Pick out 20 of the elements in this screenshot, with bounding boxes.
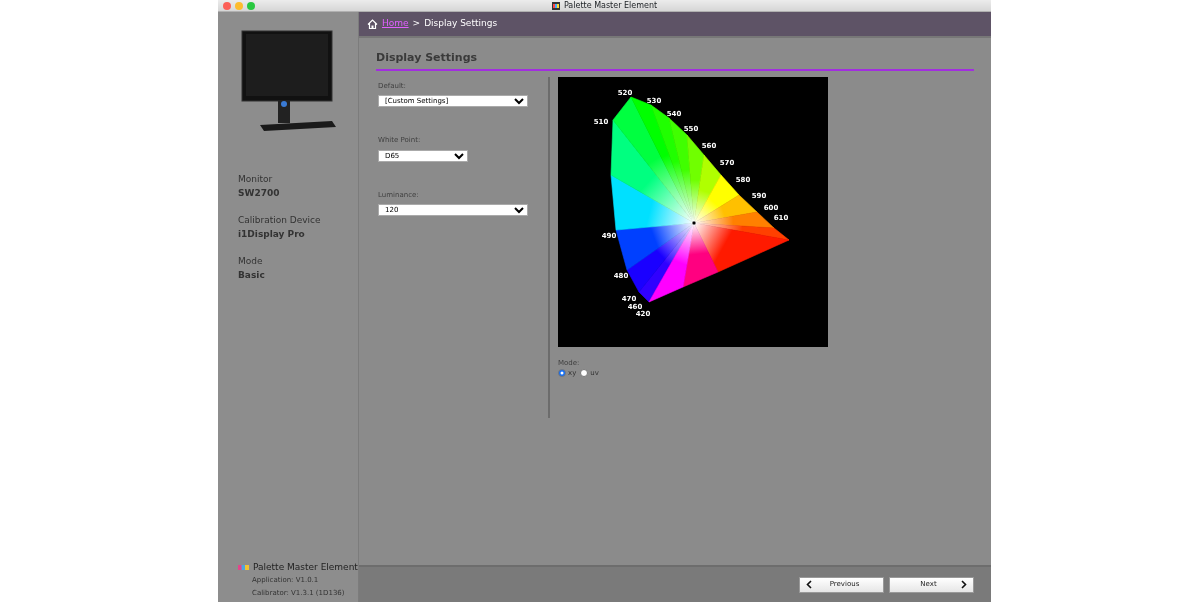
home-icon[interactable] <box>367 19 378 29</box>
info-value: Basic <box>238 268 266 282</box>
info-label: Monitor <box>238 173 274 186</box>
info-label: Calibration Device <box>238 214 322 227</box>
breadcrumb-separator: > <box>412 17 421 31</box>
section-title: Display Settings <box>376 50 974 71</box>
reference-point-dot <box>691 220 697 225</box>
radio-button[interactable] <box>580 369 589 378</box>
info-value: i1Display Pro <box>238 227 306 241</box>
app-icon <box>551 1 560 10</box>
breadcrumb-current: Display Settings <box>424 17 498 31</box>
logo-icon <box>238 564 249 570</box>
chevron-right-icon <box>961 580 967 589</box>
info-label: Mode <box>238 255 264 268</box>
window-title: Palette Master Element <box>563 0 658 12</box>
radio-button[interactable] <box>558 369 566 378</box>
close-button[interactable] <box>223 2 231 10</box>
chevron-left-icon <box>806 580 812 589</box>
app-name: Palette Master Element <box>253 560 358 574</box>
info-value: SW2700 <box>238 186 281 200</box>
